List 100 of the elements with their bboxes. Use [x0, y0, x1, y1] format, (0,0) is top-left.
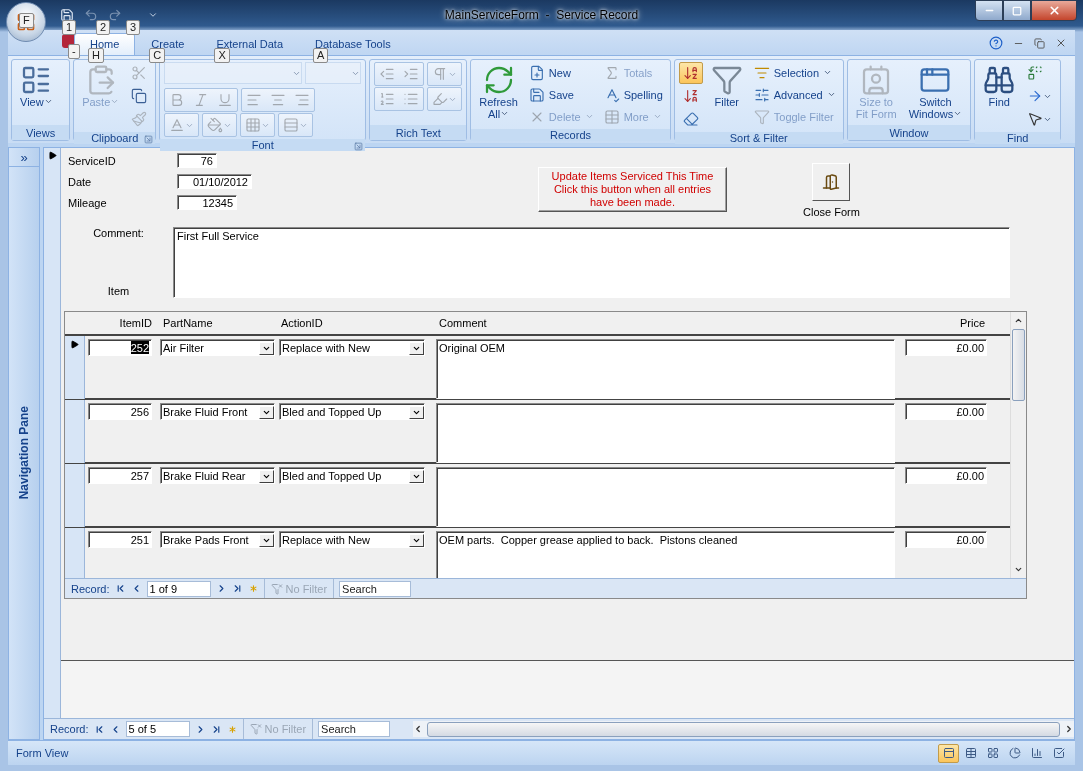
dialog-launcher-icon[interactable] [144, 135, 154, 144]
comment-field[interactable]: OEM parts. Copper grease applied to back. Pistons cleaned [436, 531, 895, 578]
ribbon-icon-button[interactable] [678, 62, 703, 84]
binoculars-button[interactable]: Find [979, 62, 1020, 110]
caret-icon [953, 109, 963, 118]
record-selector[interactable] [65, 336, 85, 399]
replace-icon [1027, 65, 1044, 81]
dropdown-button[interactable] [259, 534, 274, 547]
part-name-combo[interactable]: Air Filter [160, 339, 275, 356]
ribbon-button[interactable]: Save [525, 84, 597, 105]
record-label: Record: [50, 723, 89, 735]
action-combo[interactable]: Bled and Topped Up [279, 403, 425, 420]
text-field[interactable]: 76 [177, 153, 217, 168]
caret-icon [584, 112, 594, 121]
close-icon[interactable] [1055, 37, 1067, 49]
dropdown-button[interactable] [409, 342, 424, 355]
caret-icon [652, 112, 662, 121]
column-header: PartName [163, 317, 213, 329]
text-field[interactable]: 01/10/2012 [177, 174, 252, 189]
update-items-button[interactable]: Update Items Serviced This Time Click this button when all entries have been made. [538, 167, 727, 212]
copy-icon [131, 88, 148, 104]
item-id-field[interactable]: 252 [88, 339, 152, 356]
record-position-field[interactable]: 1 of 9 [146, 580, 211, 597]
dialog-launcher-icon[interactable] [354, 142, 364, 151]
ribbon-button[interactable]: New [525, 62, 597, 83]
scroll-down-icon[interactable] [1014, 565, 1023, 574]
caret-icon [262, 536, 271, 545]
price-field[interactable]: £0.00 [905, 339, 987, 356]
action-combo[interactable]: Replace with New [279, 531, 425, 548]
table-icon [964, 747, 977, 759]
record-position-field[interactable]: 5 of 5 [125, 721, 190, 737]
refresh-button[interactable]: Refresh All [475, 62, 522, 122]
scroll-right-icon[interactable] [1064, 724, 1074, 734]
comment-field[interactable]: Original OEM [436, 339, 895, 399]
keytip: X [214, 48, 230, 63]
part-name-combo[interactable]: Brake Fluid Front [160, 403, 275, 420]
price-field[interactable]: £0.00 [905, 403, 987, 420]
office-button[interactable]: F [6, 2, 46, 42]
dropdown-button[interactable] [259, 406, 274, 419]
part-name-combo[interactable]: Brake Pads Front [160, 531, 275, 548]
ribbon-button[interactable]: Advanced [750, 84, 839, 105]
caret-icon [500, 109, 510, 118]
keytip: 2 [96, 20, 111, 35]
part-name-combo[interactable]: Brake Fluid Rear [160, 467, 275, 484]
ribbon-button[interactable]: Spelling [600, 84, 666, 105]
view-button[interactable] [938, 743, 959, 763]
expand-pane-button[interactable]: » [9, 148, 39, 167]
underline-icon [217, 92, 234, 108]
scroll-thumb[interactable] [1012, 329, 1025, 401]
dropdown-button[interactable] [409, 406, 424, 419]
quick-access-button[interactable] [60, 8, 74, 22]
undo-icon [84, 8, 98, 22]
record-label: Record: [71, 582, 110, 595]
navigation-pane-label: Navigation Pane [17, 406, 31, 500]
bar-chart-icon [1030, 747, 1043, 759]
close-form-button[interactable] [812, 163, 851, 201]
keytip: F [19, 13, 34, 28]
help-icon[interactable] [989, 36, 1003, 50]
group-label: Window [847, 125, 971, 140]
action-combo[interactable]: Bled and Topped Up [279, 467, 425, 484]
status-text: Form View [16, 747, 69, 759]
search-field[interactable]: Search [318, 721, 391, 737]
close-button[interactable] [1031, 0, 1077, 21]
align-right-icon [294, 92, 311, 108]
search-field[interactable]: Search [339, 580, 412, 597]
comment-field[interactable]: First Full Service [173, 227, 1010, 298]
minimize-button[interactable] [975, 0, 1003, 21]
text-field[interactable]: 12345 [177, 195, 237, 210]
pointer-icon [1027, 111, 1044, 127]
scroll-up-icon[interactable] [1014, 316, 1023, 325]
item-id-field[interactable]: 251 [88, 531, 152, 548]
item-id-field[interactable]: 256 [88, 403, 152, 420]
list-button[interactable]: View [16, 62, 57, 110]
door-icon [822, 173, 841, 191]
windows-button[interactable]: Switch Windows [904, 62, 967, 122]
dropdown-button[interactable] [409, 534, 424, 547]
redo-icon [108, 8, 122, 22]
ribbon-button[interactable]: Selection [750, 62, 839, 83]
item-id-field[interactable]: 257 [88, 467, 152, 484]
keytip: H [88, 48, 104, 63]
outdent-icon [379, 66, 396, 82]
new-record-icon [528, 64, 545, 81]
price-field[interactable]: £0.00 [905, 467, 987, 484]
design-icon [1052, 747, 1065, 759]
customize-caret-icon[interactable] [148, 10, 158, 20]
comment-field[interactable] [436, 403, 895, 463]
dropdown-button[interactable] [259, 342, 274, 355]
filter-button[interactable]: Filter [706, 62, 747, 110]
dropdown-button[interactable] [409, 470, 424, 483]
comment-field[interactable] [436, 467, 895, 527]
dropdown-button[interactable] [259, 470, 274, 483]
restore-icon[interactable] [1034, 37, 1045, 49]
numbered-list-icon [379, 91, 396, 107]
maximize-button[interactable] [1003, 0, 1031, 21]
column-header: ActionID [281, 317, 323, 329]
field-label: Mileage [68, 196, 108, 209]
vertical-scrollbar[interactable] [1010, 312, 1026, 578]
price-field[interactable]: £0.00 [905, 531, 987, 548]
action-combo[interactable]: Replace with New [279, 339, 425, 356]
group-label: Records [471, 129, 670, 141]
